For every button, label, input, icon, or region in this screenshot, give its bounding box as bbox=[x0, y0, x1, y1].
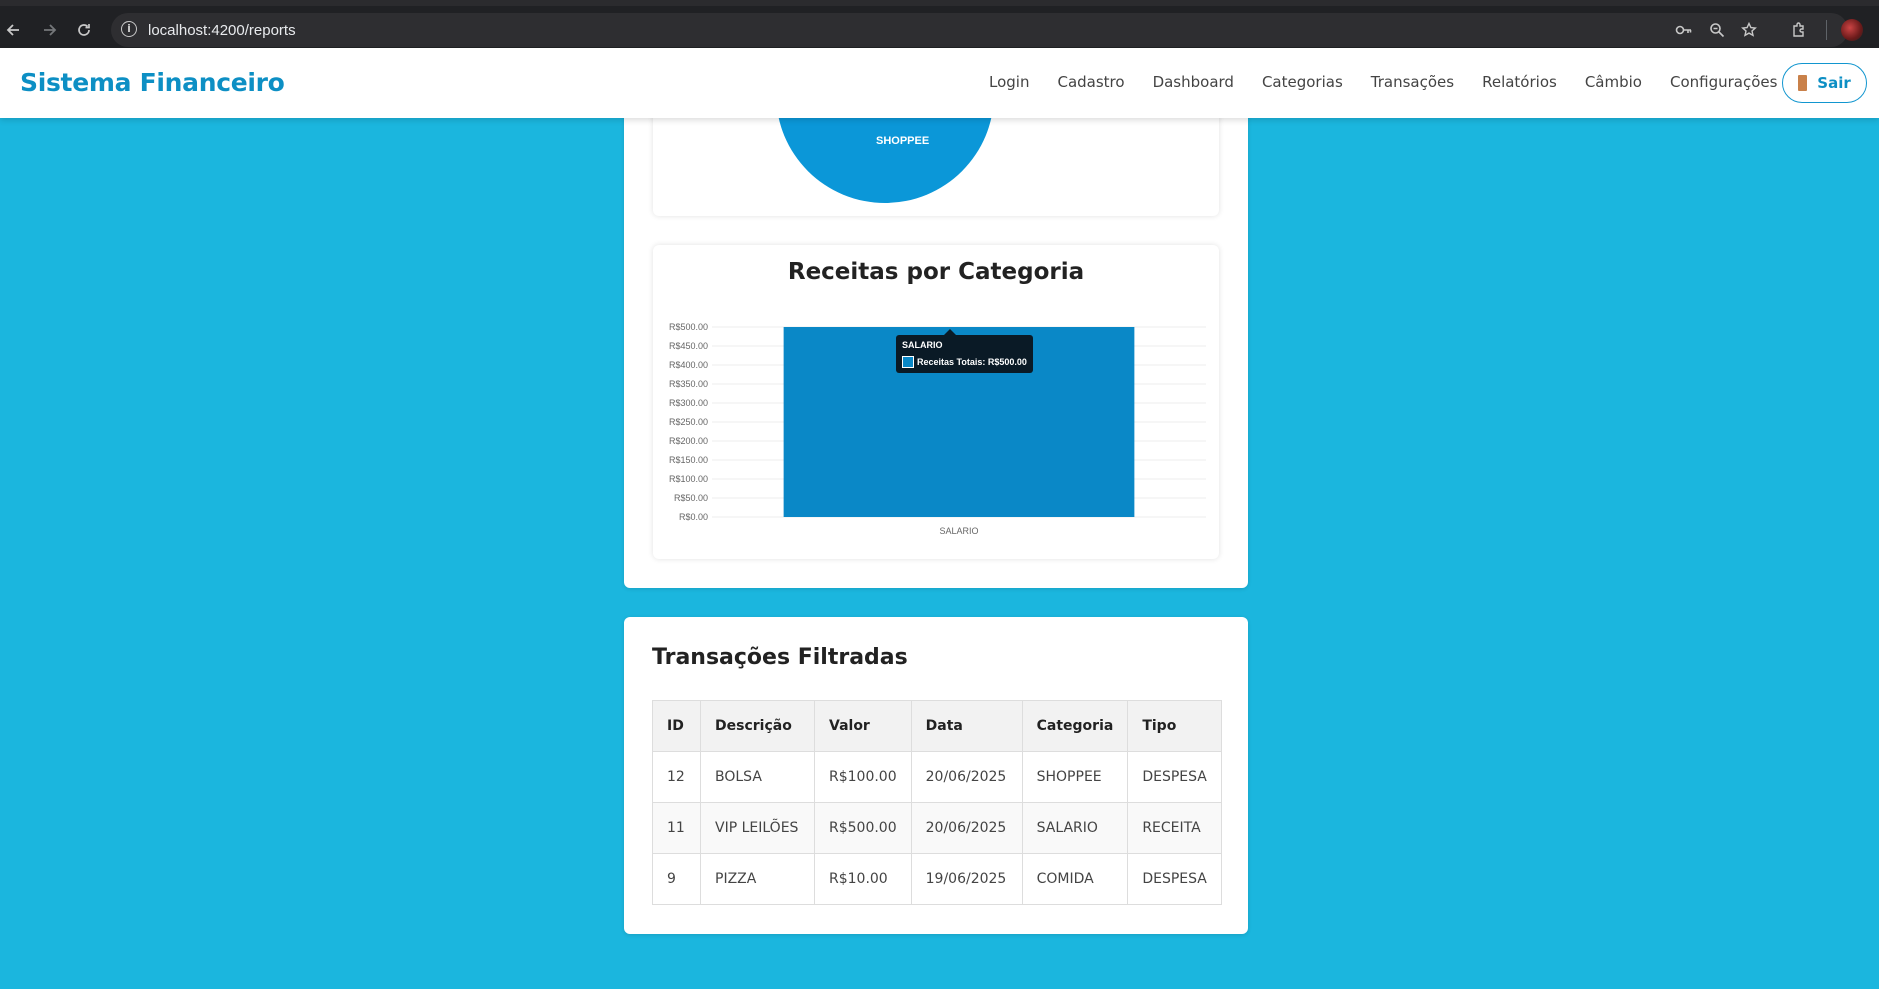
col-id: ID bbox=[652, 700, 701, 752]
forward-icon[interactable] bbox=[37, 18, 61, 42]
nav-login[interactable]: Login bbox=[989, 73, 1029, 91]
income-chart-card: Receitas por Categoria R$0.00 R$50.00 R$10… bbox=[653, 245, 1219, 559]
cell-valor: R$100.00 bbox=[814, 751, 912, 803]
password-key-icon[interactable] bbox=[1673, 19, 1695, 41]
cell-categoria: SHOPPEE bbox=[1021, 751, 1129, 803]
bar-chart: R$0.00 R$50.00 R$100.00 R$150.00 R$200.00 R$2… bbox=[669, 322, 1206, 536]
zoom-icon[interactable] bbox=[1706, 19, 1728, 41]
pie-slice-label: SHOPPEE bbox=[876, 135, 930, 147]
nav-relatorios[interactable]: Relatórios bbox=[1482, 73, 1557, 91]
cell-descricao: BOLSA bbox=[700, 751, 815, 803]
nav-cadastro[interactable]: Cadastro bbox=[1057, 73, 1124, 91]
table-row: 9 PIZZA R$10.00 19/06/2025 COMIDA DESPES… bbox=[652, 853, 1222, 905]
col-tipo: Tipo bbox=[1127, 700, 1222, 752]
cell-data: 19/06/2025 bbox=[910, 853, 1023, 905]
y-tick-label: R$300.00 bbox=[669, 398, 708, 408]
charts-card: SHOPPEE Receitas por Categoria R$0.00 R$5… bbox=[624, 80, 1248, 588]
address-bar[interactable]: i localhost:4200/reports bbox=[111, 13, 1848, 47]
col-descricao: Descrição bbox=[700, 700, 815, 752]
nav-cambio[interactable]: Câmbio bbox=[1585, 73, 1642, 91]
transactions-card: Transações Filtradas ID Descrição Valor … bbox=[624, 617, 1248, 934]
table-row: 12 BOLSA R$100.00 20/06/2025 SHOPPEE DES… bbox=[652, 751, 1222, 803]
cell-data: 20/06/2025 bbox=[910, 802, 1023, 854]
browser-toolbar: i localhost:4200/reports bbox=[0, 0, 1879, 48]
y-tick-label: R$150.00 bbox=[669, 455, 708, 465]
nav-categorias[interactable]: Categorias bbox=[1262, 73, 1343, 91]
y-tick-label: R$250.00 bbox=[669, 417, 708, 427]
col-categoria: Categoria bbox=[1021, 700, 1129, 752]
extensions-icon[interactable] bbox=[1788, 19, 1810, 41]
y-tick-label: R$450.00 bbox=[669, 341, 708, 351]
logout-button[interactable]: Sair bbox=[1782, 63, 1867, 103]
tooltip-label: Receitas Totais: R$500.00 bbox=[917, 357, 1027, 367]
col-data: Data bbox=[910, 700, 1023, 752]
cell-id: 9 bbox=[652, 853, 701, 905]
cell-valor: R$500.00 bbox=[814, 802, 912, 854]
nav-dashboard[interactable]: Dashboard bbox=[1153, 73, 1234, 91]
y-tick-label: R$200.00 bbox=[669, 436, 708, 446]
cell-tipo: DESPESA bbox=[1127, 853, 1222, 905]
table-header-row: ID Descrição Valor Data Categoria Tipo bbox=[652, 700, 1222, 752]
y-tick-label: R$350.00 bbox=[669, 379, 708, 389]
nav-configuracoes[interactable]: Configurações bbox=[1670, 73, 1777, 91]
x-tick-label: SALARIO bbox=[939, 526, 978, 536]
tooltip-title: SALARIO bbox=[902, 340, 943, 350]
cell-tipo: DESPESA bbox=[1127, 751, 1222, 803]
bookmark-star-icon[interactable] bbox=[1738, 19, 1760, 41]
y-tick-label: R$50.00 bbox=[674, 493, 708, 503]
y-tick-label: R$500.00 bbox=[669, 322, 708, 332]
back-icon[interactable] bbox=[2, 18, 26, 42]
cell-valor: R$10.00 bbox=[814, 853, 912, 905]
y-tick-label: R$400.00 bbox=[669, 360, 708, 370]
site-info-icon[interactable]: i bbox=[121, 21, 137, 37]
cell-id: 11 bbox=[652, 802, 701, 854]
logout-label: Sair bbox=[1817, 74, 1851, 92]
transactions-table: ID Descrição Valor Data Categoria Tipo 1… bbox=[652, 700, 1222, 905]
main-nav: Login Cadastro Dashboard Categorias Tran… bbox=[989, 73, 1805, 91]
cell-data: 20/06/2025 bbox=[910, 751, 1023, 803]
y-tick-label: R$0.00 bbox=[679, 512, 708, 522]
cell-descricao: PIZZA bbox=[700, 853, 815, 905]
brand-title[interactable]: Sistema Financeiro bbox=[20, 68, 285, 97]
profile-avatar[interactable] bbox=[1841, 19, 1863, 41]
door-icon bbox=[1798, 75, 1808, 91]
table-row: 11 VIP LEILÕES R$500.00 20/06/2025 SALAR… bbox=[652, 802, 1222, 854]
reload-icon[interactable] bbox=[72, 18, 96, 42]
url-text: localhost:4200/reports bbox=[148, 22, 296, 39]
nav-transacoes[interactable]: Transações bbox=[1371, 73, 1454, 91]
tooltip-swatch bbox=[902, 356, 914, 368]
y-tick-label: R$100.00 bbox=[669, 474, 708, 484]
cell-descricao: VIP LEILÕES bbox=[700, 802, 815, 854]
cell-categoria: COMIDA bbox=[1021, 853, 1129, 905]
app-header: Sistema Financeiro Login Cadastro Dashbo… bbox=[0, 48, 1879, 118]
chart-tooltip: SALARIO Receitas Totais: R$500.00 bbox=[896, 329, 1033, 373]
cell-categoria: SALARIO bbox=[1021, 802, 1129, 854]
transactions-title: Transações Filtradas bbox=[652, 645, 908, 670]
cell-id: 12 bbox=[652, 751, 701, 803]
col-valor: Valor bbox=[814, 700, 912, 752]
toolbar-divider bbox=[1826, 20, 1827, 40]
cell-tipo: RECEITA bbox=[1127, 802, 1222, 854]
